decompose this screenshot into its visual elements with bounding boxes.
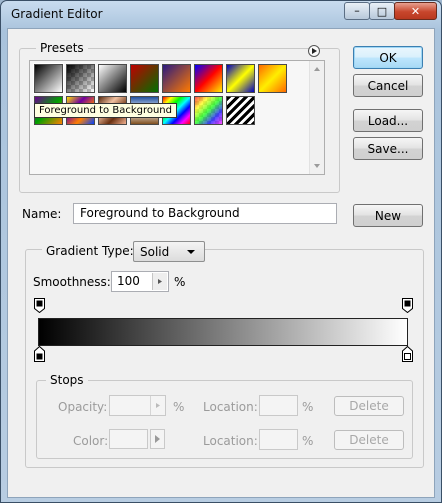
smoothness-value: 100 — [117, 274, 140, 288]
name-input-value: Foreground to Background — [80, 206, 240, 220]
minimize-button[interactable]: – — [344, 2, 370, 20]
opacity-stop-right-icon[interactable] — [402, 298, 413, 313]
maximize-button[interactable]: □ — [369, 2, 395, 20]
new-button-label: New — [374, 208, 402, 223]
cancel-button[interactable]: Cancel — [353, 74, 423, 97]
new-button[interactable]: New — [353, 204, 423, 227]
chevron-down-icon — [187, 250, 195, 254]
minimize-icon: – — [354, 4, 360, 17]
gradient-bar[interactable] — [38, 318, 408, 346]
gradient-editor-window: Gradient Editor – □ ✕ Presets Foreground… — [0, 0, 442, 503]
preset-swatch[interactable] — [226, 64, 255, 93]
close-button[interactable]: ✕ — [394, 2, 437, 20]
smoothness-unit: % — [174, 275, 186, 289]
color-delete-label: Delete — [349, 433, 389, 447]
ok-button[interactable]: OK — [353, 46, 423, 69]
preset-scrollbar[interactable] — [309, 61, 324, 174]
opacity-label: Opacity: — [58, 400, 108, 414]
chevron-right-icon — [150, 396, 160, 415]
preset-swatch[interactable] — [33, 63, 64, 94]
smoothness-label: Smoothness: — [33, 275, 111, 289]
scroll-down-icon[interactable] — [310, 161, 324, 171]
chevron-right-icon — [158, 279, 162, 284]
close-icon: ✕ — [410, 4, 421, 18]
opacity-delete-label: Delete — [349, 399, 389, 413]
color-swatch[interactable] — [109, 429, 148, 449]
color-location-label: Location: — [203, 434, 258, 448]
cancel-button-label: Cancel — [367, 78, 409, 93]
color-location-input[interactable] — [259, 429, 298, 450]
preset-swatch[interactable] — [130, 64, 159, 93]
preset-tooltip: Foreground to Background — [34, 103, 177, 118]
presets-menu-button[interactable] — [308, 45, 320, 57]
preset-swatch[interactable] — [194, 64, 223, 93]
opacity-delete-button[interactable]: Delete — [334, 396, 404, 416]
smoothness-input[interactable]: 100 — [111, 271, 169, 292]
maximize-icon: □ — [376, 4, 388, 18]
preset-swatch[interactable] — [98, 64, 127, 93]
presets-label: Presets — [36, 41, 88, 55]
preset-swatch[interactable] — [258, 64, 287, 93]
scroll-up-icon[interactable] — [310, 64, 324, 74]
preset-swatch[interactable] — [194, 96, 223, 125]
preset-tooltip-text: Foreground to Background — [39, 105, 172, 116]
circle-arrow-right-icon — [312, 48, 317, 54]
opacity-location-input[interactable] — [259, 395, 298, 416]
preset-swatch[interactable] — [66, 64, 95, 93]
preset-swatch[interactable] — [162, 64, 191, 93]
dialog-body: Presets Foreground to Background OK Canc… — [7, 28, 435, 498]
opacity-location-percent: % — [302, 400, 314, 414]
color-picker-button[interactable] — [150, 429, 165, 449]
window-title: Gradient Editor — [11, 7, 103, 21]
color-delete-button[interactable]: Delete — [334, 430, 404, 450]
color-location-percent: % — [302, 434, 314, 448]
preset-swatch[interactable] — [226, 96, 255, 125]
save-button[interactable]: Save... — [353, 137, 423, 160]
save-button-label: Save... — [367, 141, 409, 156]
name-input[interactable]: Foreground to Background — [73, 203, 337, 224]
name-label: Name: — [22, 207, 62, 221]
opacity-stop-left-icon[interactable] — [34, 298, 45, 313]
load-button-label: Load... — [367, 113, 409, 128]
gradient-type-select[interactable]: Solid — [133, 241, 205, 262]
color-label: Color: — [73, 434, 109, 448]
chevron-right-icon — [155, 435, 160, 443]
gradient-type-value: Solid — [140, 245, 170, 259]
preset-list: Foreground to Background — [29, 60, 325, 175]
title-bar[interactable]: Gradient Editor – □ ✕ — [1, 1, 441, 27]
opacity-location-label: Location: — [203, 400, 258, 414]
load-button[interactable]: Load... — [353, 109, 423, 132]
color-stop-left-icon[interactable] — [34, 346, 45, 362]
opacity-percent: % — [173, 400, 185, 414]
gradient-type-label: Gradient Type: — [42, 244, 138, 258]
smoothness-stepper[interactable] — [152, 273, 167, 290]
ok-button-label: OK — [379, 50, 397, 65]
color-stop-right-icon[interactable] — [402, 346, 413, 362]
opacity-input[interactable] — [109, 395, 166, 416]
stops-label: Stops — [46, 373, 88, 387]
